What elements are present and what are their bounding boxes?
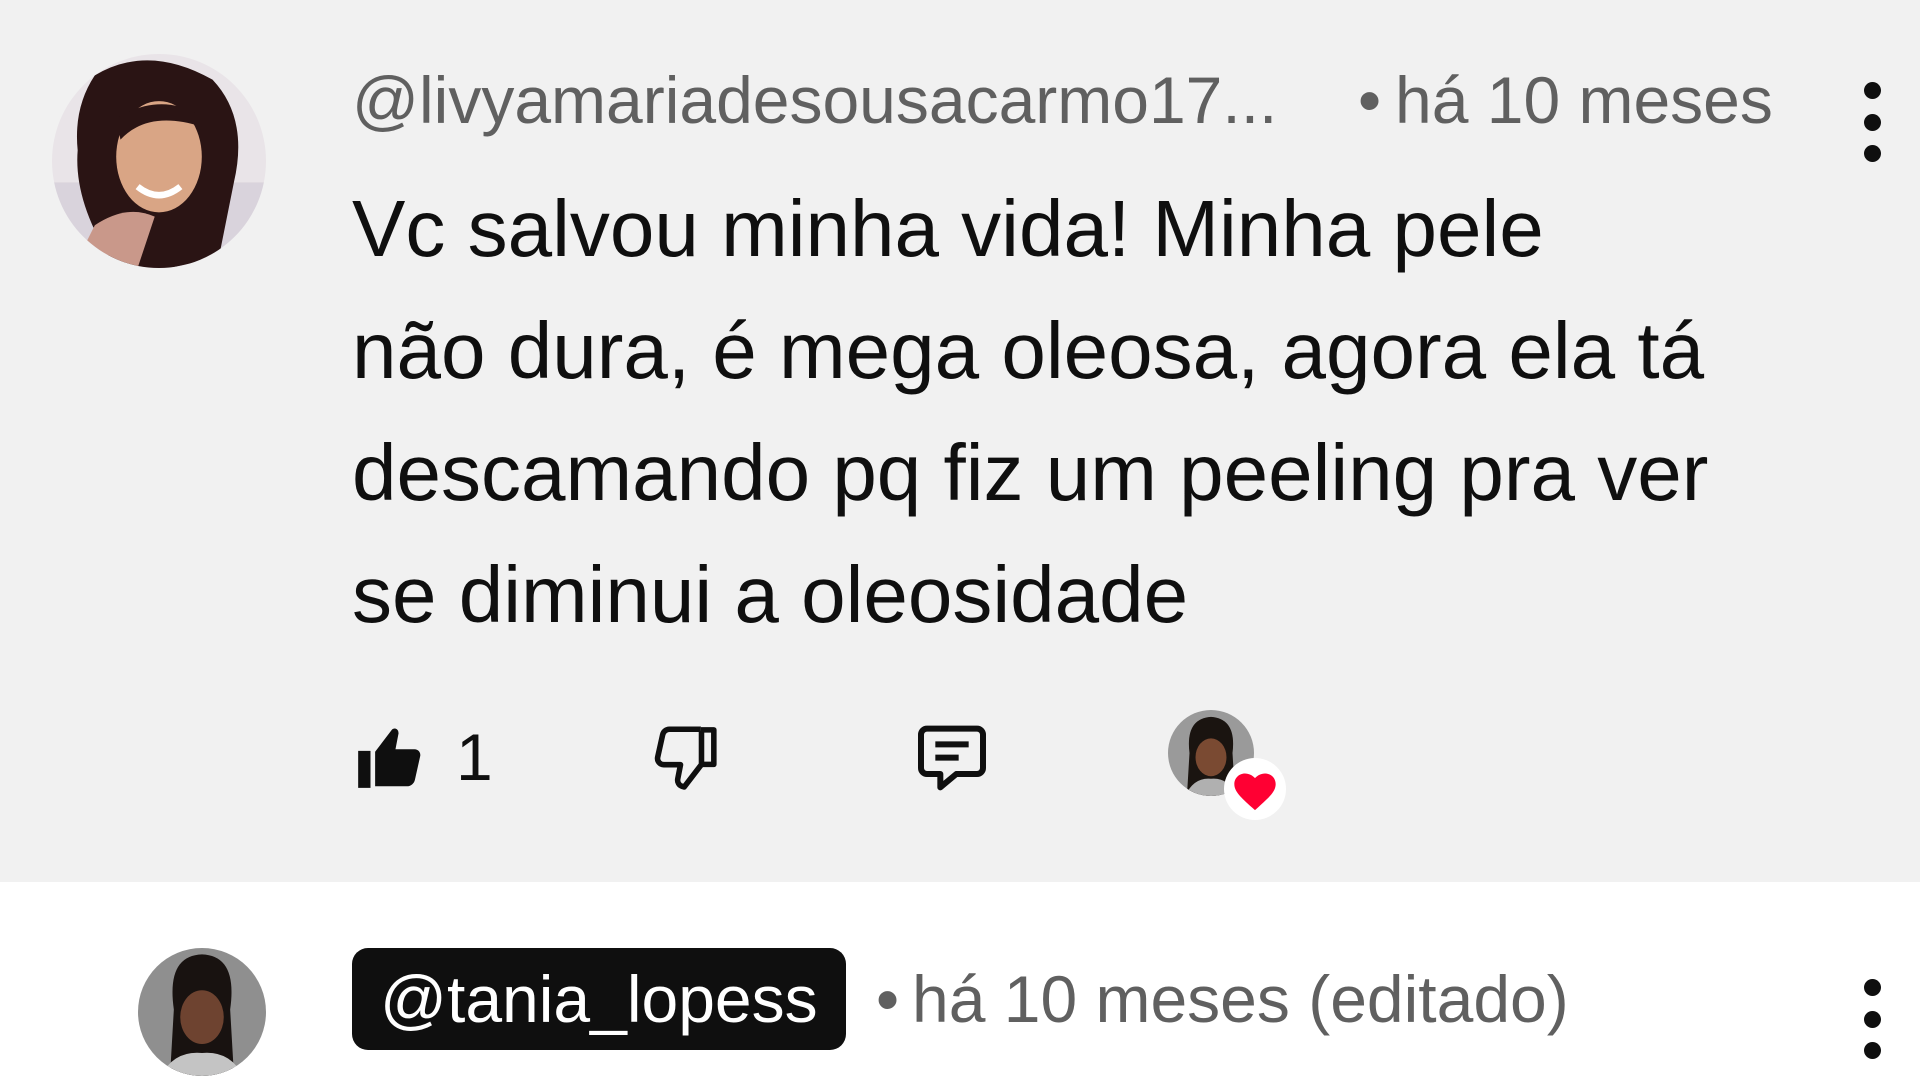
comment-text-line: se diminui a oleosidade — [352, 550, 1189, 639]
comment-icon — [918, 725, 986, 791]
comments-page: @livyamariadesousacarmo17... • há 10 mes… — [0, 0, 1920, 1080]
creator-handle-badge[interactable]: @tania_lopess — [352, 948, 846, 1050]
highlighted-comment: @livyamariadesousacarmo17... • há 10 mes… — [0, 0, 1920, 882]
like-button[interactable]: 1 — [352, 712, 493, 802]
comment-text-line: descamando pq fiz um peeling pra ver — [352, 428, 1709, 517]
emoji-partial-icon — [1760, 1074, 1820, 1080]
more-vertical-icon[interactable] — [1852, 979, 1892, 1059]
creator-heart-badge[interactable] — [1168, 710, 1288, 820]
heart-icon — [1224, 758, 1286, 820]
thumbs-up-filled-icon — [358, 728, 421, 788]
reply-button[interactable] — [912, 712, 992, 802]
comment-text: Vc salvou minha vida! Minha pele não dur… — [352, 168, 1802, 656]
author-avatar[interactable] — [138, 948, 266, 1076]
comment-action-bar: 1 — [352, 710, 1352, 820]
meta-separator: • — [876, 962, 900, 1036]
more-vertical-icon[interactable] — [1852, 82, 1892, 162]
like-count: 1 — [456, 720, 493, 794]
comment-text-line: não dura, é mega oleosa, agora ela tá — [352, 306, 1705, 395]
avatar-image — [138, 948, 266, 1076]
comment-text-line: Vc salvou minha vida! Minha pele — [352, 184, 1544, 273]
author-avatar[interactable] — [52, 54, 266, 268]
dislike-button[interactable] — [650, 712, 724, 802]
avatar-image — [52, 54, 266, 268]
comment-item: @tania_lopess • há 10 meses (editado) — [0, 882, 1920, 1080]
author-handle[interactable]: @livyamariadesousacarmo17... — [352, 62, 1277, 138]
comment-timestamp[interactable]: há 10 meses (editado) — [912, 948, 1569, 1050]
thumbs-down-icon — [654, 726, 717, 790]
meta-separator: • — [1358, 63, 1382, 137]
comment-timestamp[interactable]: há 10 meses — [1395, 62, 1773, 138]
